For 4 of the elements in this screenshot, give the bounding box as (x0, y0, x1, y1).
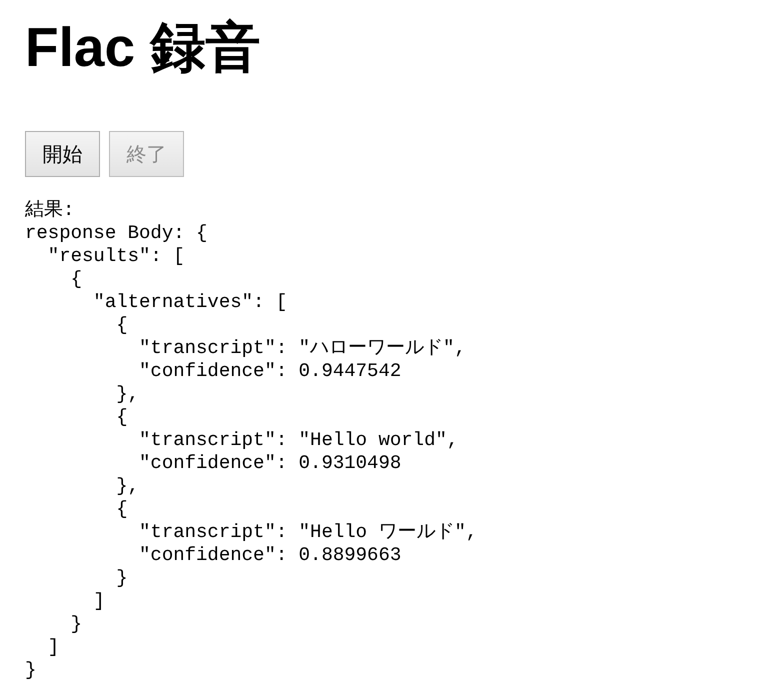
response-json-text: response Body: { "results": [ { "alternatives": [ { "transcript": "ハローワールド", "confidence": 0.9447542 }, { "transcript": "Hello world", "confidence": 0.9310498 }, { "transcript": "Hello ワールド", "confidence": 0.8899663 } ] } ] } (25, 222, 478, 682)
start-button[interactable]: 開始 (25, 131, 100, 177)
result-label: 結果: (25, 199, 74, 222)
page-title: Flac 録音 (25, 15, 260, 80)
